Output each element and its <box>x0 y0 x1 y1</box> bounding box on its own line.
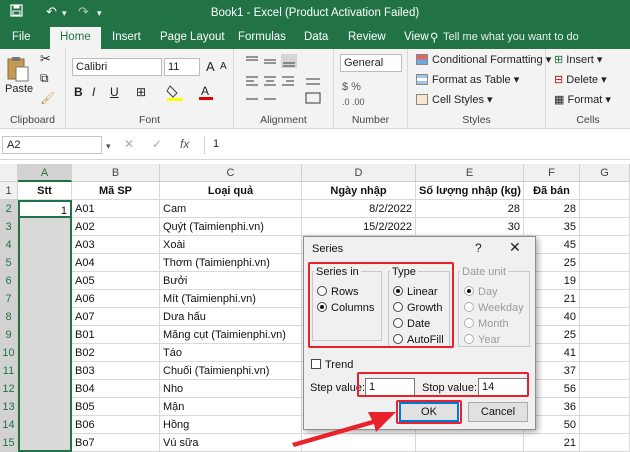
arrow-annotation <box>292 412 396 447</box>
